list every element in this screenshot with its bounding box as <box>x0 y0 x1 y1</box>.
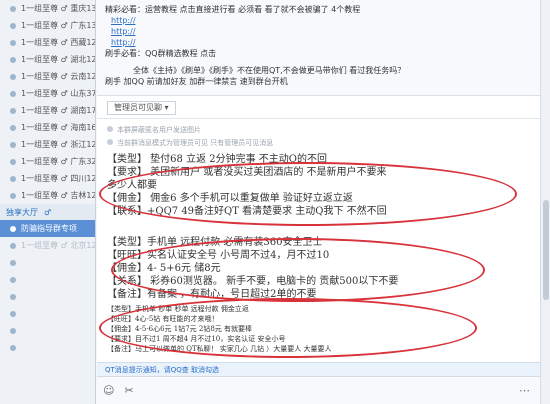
scrollbar-thumb[interactable] <box>543 200 549 300</box>
sidebar-item[interactable]: 1一组至尊 ♂ 海南16475 <box>0 119 95 136</box>
sidebar-item[interactable]: 1一组至尊 ♂ 湖北12458 <box>0 51 95 68</box>
sidebar-item-label: 1一组至尊 ♂ 海南16475 <box>21 123 95 132</box>
announcement-line: 刷手 加QQ 前请加好友 加群一律禁言 速到群台开机 <box>105 77 288 86</box>
sidebar-item-blurred[interactable] <box>0 271 95 288</box>
sidebar-item-blurred[interactable] <box>0 305 95 322</box>
announcement-line: 全体《主持》《刷单》《刷手》不在使用QT,不会做更马带你们 看过我任务吗？ <box>133 66 406 75</box>
sidebar-item-label: 1一组至尊 ♂ 湖南17900 <box>21 106 95 115</box>
chat-panel: 精彩必看：运营教程 点击直接进行看 必须看 看了就不会被骗了 4个教程 http… <box>97 0 540 404</box>
sidebar-item[interactable]: 1一组至尊 ♂ 湖南17900 <box>0 102 95 119</box>
sidebar-item-blurred[interactable] <box>0 288 95 305</box>
sidebar-item-label: 1一组至尊 ♂ 湖北12458 <box>21 55 95 64</box>
system-message: 本群屏蔽匿名用户发送图片 <box>107 125 201 135</box>
avatar-icon <box>10 5 16 12</box>
announcement-line: 精彩必看：运营教程 点击直接进行看 必须看 看了就不会被骗了 4个教程 <box>105 5 361 14</box>
sidebar-item-active[interactable]: 防骗指导群专项 <box>0 220 95 237</box>
avatar-icon <box>10 158 16 165</box>
input-toolbar: ☺ ✂ ⋯ <box>97 376 540 404</box>
sidebar: 1一组至尊 ♂ 重庆13650 1一组至尊 ♂ 广东13744 1一组至尊 ♂ … <box>0 0 96 404</box>
annotation-ellipse <box>99 298 477 358</box>
avatar-icon <box>10 107 16 114</box>
sidebar-item-blurred[interactable] <box>0 339 95 356</box>
avatar-icon <box>10 22 16 29</box>
announcement-link[interactable]: http:// <box>111 27 136 36</box>
sidebar-item[interactable]: 1一组至尊 ♂ 山东37300 <box>0 85 95 102</box>
avatar-icon <box>10 73 16 80</box>
avatar-icon <box>10 327 16 334</box>
scrollbar[interactable] <box>540 0 550 404</box>
avatar-icon <box>10 225 16 232</box>
avatar-icon <box>10 124 16 131</box>
announcement-link[interactable]: http:// <box>111 38 136 47</box>
sidebar-item[interactable]: 1一组至尊 ♂ 四川12960 <box>0 170 95 187</box>
info-icon <box>107 139 113 145</box>
avatar-icon <box>10 344 16 351</box>
system-message-text: 本群屏蔽匿名用户发送图片 <box>117 126 201 134</box>
sidebar-item-label: 1一组至尊 ♂ 广东13744 <box>21 21 95 30</box>
sidebar-item-label: 1一组至尊 ♂ 北京12606 <box>21 241 95 250</box>
sidebar-item-label: 1一组至尊 ♂ 浙江12671 <box>21 140 95 149</box>
sidebar-item-label: 1一组至尊 ♂ 云南12036 <box>21 72 95 81</box>
annotation-ellipse <box>99 162 517 226</box>
avatar-icon <box>10 259 16 266</box>
sidebar-item-label: 1一组至尊 ♂ 山东37300 <box>21 89 95 98</box>
announcement-link[interactable]: http:// <box>111 16 136 25</box>
system-message-text: 当前群消息模式为管理员可见 只有管理员可见消息 <box>117 139 274 147</box>
sidebar-tabs: 独享大厅 ♂ <box>0 204 95 220</box>
annotation-ellipse <box>111 238 485 302</box>
sidebar-item[interactable]: 1一组至尊 ♂ 北京12606 <box>0 237 95 254</box>
avatar-icon <box>10 175 16 182</box>
system-message: 当前群消息模式为管理员可见 只有管理员可见消息 <box>107 138 273 148</box>
avatar-icon <box>10 276 16 283</box>
sidebar-item-label: 防骗指导群专项 <box>21 224 77 233</box>
sidebar-item-blurred[interactable] <box>0 322 95 339</box>
sidebar-item[interactable]: 1一组至尊 ♂ 西藏12027 <box>0 34 95 51</box>
sidebar-item-label: 1一组至尊 ♂ 广东32450 <box>21 157 95 166</box>
chat-toolbar: 管理员可见聊 ▾ <box>97 97 540 119</box>
avatar-icon <box>10 39 16 46</box>
avatar-icon <box>10 56 16 63</box>
info-icon <box>107 126 113 132</box>
sidebar-item-label: 1一组至尊 ♂ 吉林12026 <box>21 191 95 200</box>
avatar-icon <box>10 310 16 317</box>
announcement-line: 刷手必看：QQ群精选教程 点击 <box>105 49 217 58</box>
tab-extra[interactable]: ♂ <box>44 208 51 217</box>
scissors-icon[interactable]: ✂ <box>124 384 133 397</box>
avatar-icon <box>10 141 16 148</box>
avatar-icon <box>10 242 16 249</box>
more-icon[interactable]: ⋯ <box>519 384 530 397</box>
notification-text: QT消息提示通知，请QQ查 取消勾选 <box>105 366 220 374</box>
avatar-icon <box>10 90 16 97</box>
sidebar-item-label: 1一组至尊 ♂ 重庆13650 <box>21 4 95 13</box>
avatar-icon <box>10 293 16 300</box>
visibility-dropdown[interactable]: 管理员可见聊 ▾ <box>107 100 176 115</box>
notification-bar[interactable]: QT消息提示通知，请QQ查 取消勾选 <box>97 362 540 376</box>
sidebar-item-blurred[interactable] <box>0 254 95 271</box>
sidebar-item-label: 1一组至尊 ♂ 西藏12027 <box>21 38 95 47</box>
sidebar-item[interactable]: 1一组至尊 ♂ 云南12036 <box>0 68 95 85</box>
avatar-icon <box>10 192 16 199</box>
sidebar-item[interactable]: 1一组至尊 ♂ 广东32450 <box>0 153 95 170</box>
sidebar-item[interactable]: 1一组至尊 ♂ 吉林12026 <box>0 187 95 204</box>
sidebar-item[interactable]: 1一组至尊 ♂ 广东13744 <box>0 17 95 34</box>
sidebar-item[interactable]: 1一组至尊 ♂ 浙江12671 <box>0 136 95 153</box>
emoji-icon[interactable]: ☺ <box>103 384 114 397</box>
pinned-announcement: 精彩必看：运营教程 点击直接进行看 必须看 看了就不会被骗了 4个教程 http… <box>97 0 540 96</box>
sidebar-item[interactable]: 1一组至尊 ♂ 重庆13650 <box>0 0 95 17</box>
tab-hall[interactable]: 独享大厅 <box>6 207 38 218</box>
sidebar-item-label: 1一组至尊 ♂ 四川12960 <box>21 174 95 183</box>
